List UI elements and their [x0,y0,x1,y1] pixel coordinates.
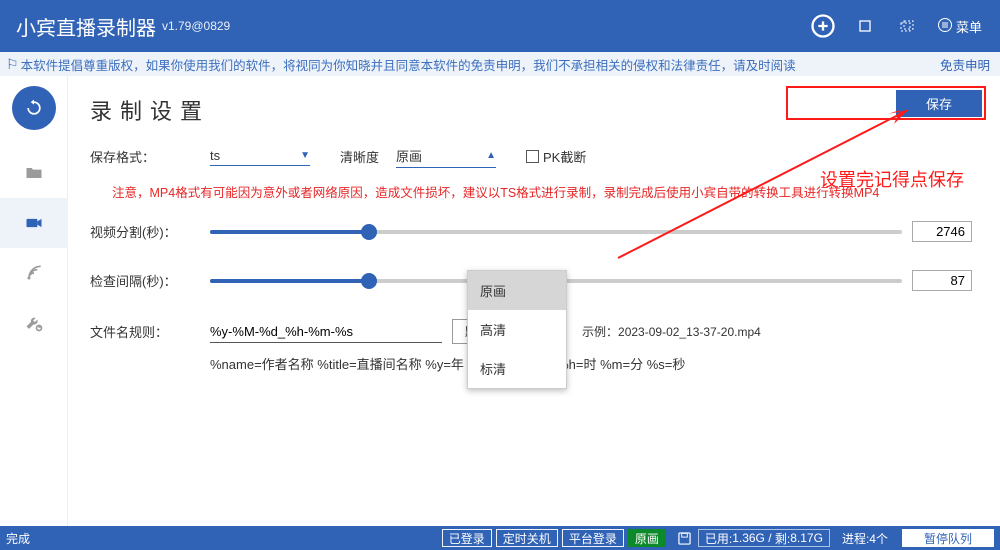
status-platform-login[interactable]: 平台登录 [562,529,624,547]
quality-option-0[interactable]: 原画 [468,271,566,310]
page-title: 录制设置 [90,94,972,126]
main-panel: 保存 录制设置 保存格式： ts ▼ 清晰度 原画 ▲ PK截断 注 [68,76,1000,526]
app-version: v1.79@0829 [162,19,230,33]
status-quality-chip[interactable]: 原画 [628,529,666,547]
format-label: 保存格式： [90,147,210,166]
quality-dropdown: 原画 高清 标清 [467,270,567,389]
status-processes: 进程:4个 [842,530,888,547]
quality-label: 清晰度 [340,147,396,166]
warning-text: 注意，MP4格式有可能因为意外或者网络原因，造成文件损坏，建议以TS格式进行录制… [112,182,972,201]
split-label: 视频分割(秒)： [90,222,210,241]
menu-label: 菜单 [956,17,982,36]
banner-text: 本软件提倡尊重版权，如果你使用我们的软件，将视同为你知晓并且同意本软件的免责申明… [21,55,796,74]
status-left: 完成 [6,530,30,547]
check-label: 检查间隔(秒)： [90,271,210,290]
status-shutdown[interactable]: 定时关机 [496,529,558,547]
disclaimer-banner: ⚐ 本软件提倡尊重版权，如果你使用我们的软件，将视同为你知晓并且同意本软件的免责… [0,52,1000,76]
filename-example: 示例：2023-09-02_13-37-20.mp4 [582,323,761,340]
quality-select[interactable]: 原画 ▲ [396,144,496,168]
record-icon-button[interactable] [802,6,844,46]
chevron-down-icon: ▼ [300,150,310,161]
chevron-up-icon: ▲ [486,150,496,161]
quality-value: 原画 [396,146,422,165]
split-slider[interactable] [210,224,902,240]
pk-cutoff-label: PK截断 [543,147,586,166]
restore-button[interactable] [886,6,928,46]
split-value-input[interactable] [912,221,972,242]
flag-icon: ⚐ [6,56,19,73]
sidebar-network[interactable] [0,248,68,298]
back-button[interactable] [12,86,56,130]
sidebar-folder[interactable] [0,148,68,198]
titlebar: 小宾直播录制器 v1.79@0829 菜单 [0,0,1000,52]
hamburger-icon [938,18,952,35]
sidebar-record[interactable] [0,198,68,248]
checkbox-box [526,150,539,163]
statusbar: 完成 已登录 定时关机 平台登录 原画 已用:1.36G / 剩:8.17G 进… [0,526,1000,550]
maximize-button[interactable] [844,6,886,46]
menu-button[interactable]: 菜单 [928,17,992,36]
pause-queue-button[interactable]: 暂停队列 [902,529,994,547]
save-button[interactable]: 保存 [896,90,982,117]
disk-icon [678,532,691,545]
app-title: 小宾直播录制器 [16,12,156,41]
check-value-input[interactable] [912,270,972,291]
format-select[interactable]: ts ▼ [210,146,310,166]
quality-option-1[interactable]: 高清 [468,310,566,349]
sidebar [0,76,68,526]
filename-label: 文件名规则： [90,322,210,341]
quality-option-2[interactable]: 标清 [468,349,566,388]
format-value: ts [210,148,220,163]
filename-legend: %name=作者名称 %title=直播间名称 %y=年 %M=月 %d=日 %… [210,354,972,373]
filename-input[interactable] [210,321,442,343]
status-usage: 已用:1.36G / 剩:8.17G [698,529,830,547]
disclaimer-link[interactable]: 免责申明 [940,55,990,74]
sidebar-tools[interactable] [0,298,68,348]
status-logged-in[interactable]: 已登录 [442,529,492,547]
pk-cutoff-checkbox[interactable]: PK截断 [526,147,586,166]
